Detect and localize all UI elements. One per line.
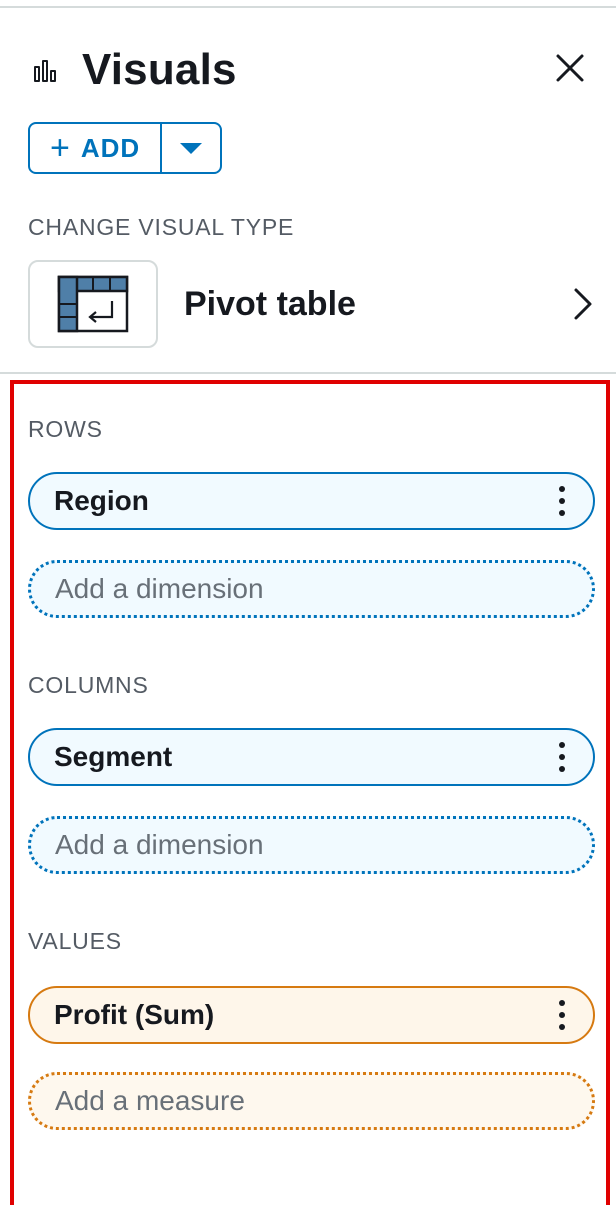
visual-type-name: Pivot table — [184, 284, 356, 323]
section-divider — [0, 372, 616, 374]
rows-add-dimension-placeholder: Add a dimension — [55, 573, 264, 604]
values-add-measure-placeholder: Add a measure — [55, 1085, 245, 1116]
values-field-label: Profit (Sum) — [54, 999, 215, 1030]
rows-field-region[interactable]: Region — [28, 472, 595, 530]
plus-icon: + — [50, 129, 71, 167]
close-icon[interactable] — [550, 48, 590, 88]
values-add-measure[interactable]: Add a measure — [28, 1072, 595, 1130]
values-field-profit[interactable]: Profit (Sum) — [28, 986, 595, 1044]
panel-title: Visuals — [82, 45, 237, 94]
columns-label: COLUMNS — [28, 672, 149, 698]
add-button[interactable]: + ADD — [30, 124, 160, 172]
rows-field-label: Region — [54, 485, 149, 516]
columns-add-dimension[interactable]: Add a dimension — [28, 816, 595, 874]
field-menu-icon[interactable] — [547, 735, 577, 779]
columns-field-segment[interactable]: Segment — [28, 728, 595, 786]
columns-field-label: Segment — [54, 741, 173, 772]
top-divider — [0, 6, 616, 8]
caret-down-icon — [180, 142, 203, 154]
columns-add-dimension-placeholder: Add a dimension — [55, 829, 264, 860]
rows-label: ROWS — [28, 416, 103, 442]
values-label: VALUES — [28, 928, 122, 954]
change-visual-type-label: CHANGE VISUAL TYPE — [28, 214, 295, 240]
pivot-table-icon — [28, 260, 158, 348]
bar-chart-icon — [34, 58, 64, 82]
add-button-group: + ADD — [28, 122, 223, 174]
rows-add-dimension[interactable]: Add a dimension — [28, 560, 595, 618]
field-menu-icon[interactable] — [547, 993, 577, 1037]
panel-header: Visuals — [34, 40, 594, 100]
visual-type-selector[interactable]: Pivot table — [28, 258, 598, 350]
add-dropdown-button[interactable] — [160, 124, 220, 172]
field-menu-icon[interactable] — [547, 479, 577, 523]
chevron-right-icon — [574, 288, 592, 320]
add-button-label: ADD — [80, 132, 141, 163]
